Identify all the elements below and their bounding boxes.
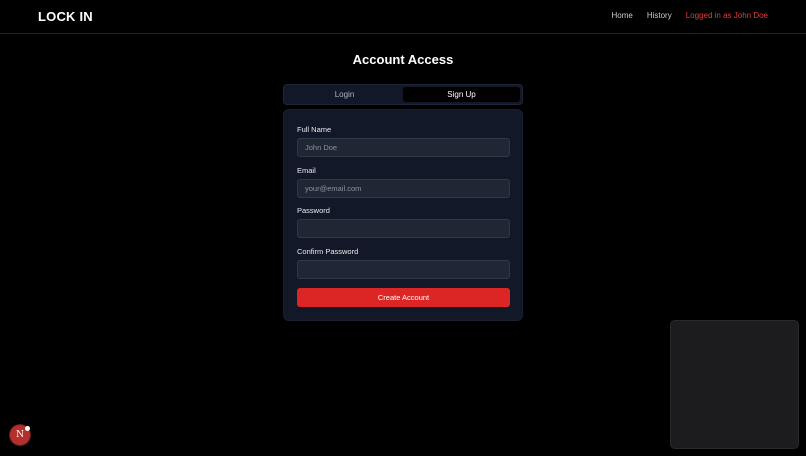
email-label: Email bbox=[297, 166, 316, 175]
video-preview-panel bbox=[670, 320, 799, 449]
auth-tabs: Login Sign Up bbox=[283, 84, 523, 105]
app-logo[interactable]: LOCK IN bbox=[38, 9, 93, 24]
signup-form: Full Name Email Password Confirm Passwor… bbox=[283, 109, 523, 321]
email-input[interactable] bbox=[297, 179, 510, 198]
confirm-password-label: Confirm Password bbox=[297, 247, 359, 256]
email-group: Email bbox=[297, 166, 510, 198]
password-group: Password bbox=[297, 206, 510, 238]
full-name-input[interactable] bbox=[297, 138, 510, 157]
password-input[interactable] bbox=[297, 219, 510, 238]
badge-letter: N bbox=[16, 430, 24, 440]
nav-history-link[interactable]: History bbox=[647, 11, 672, 20]
tab-login[interactable]: Login bbox=[286, 87, 403, 102]
main-nav: Home History Logged in as John Doe bbox=[611, 11, 768, 20]
full-name-group: Full Name bbox=[297, 125, 510, 157]
user-status-link[interactable]: Logged in as John Doe bbox=[686, 11, 768, 20]
create-account-button[interactable]: Create Account bbox=[297, 288, 510, 307]
dev-tools-badge[interactable]: N bbox=[10, 425, 30, 445]
nav-home-link[interactable]: Home bbox=[611, 11, 632, 20]
top-header: LOCK IN Home History Logged in as John D… bbox=[0, 0, 806, 34]
full-name-label: Full Name bbox=[297, 125, 332, 134]
confirm-password-input[interactable] bbox=[297, 260, 510, 279]
confirm-password-group: Confirm Password bbox=[297, 247, 510, 279]
password-label: Password bbox=[297, 206, 330, 215]
page-title: Account Access bbox=[352, 52, 454, 67]
tab-sign-up[interactable]: Sign Up bbox=[403, 87, 520, 102]
notification-dot-icon bbox=[25, 426, 30, 431]
